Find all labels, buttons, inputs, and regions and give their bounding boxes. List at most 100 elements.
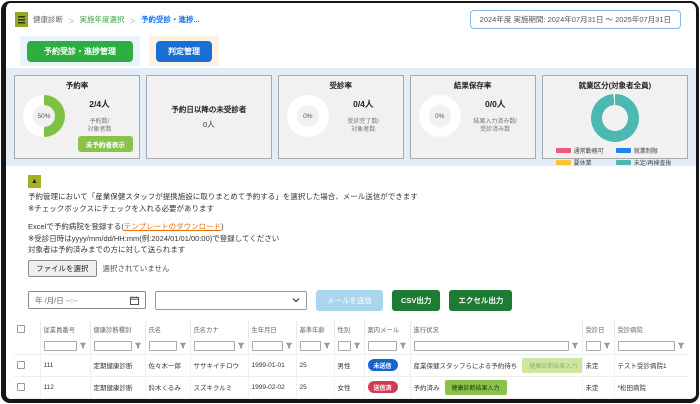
filter-funnel-icon[interactable]: [399, 342, 407, 350]
tab-reservation-progress[interactable]: 予約受診・進捗管理: [20, 36, 140, 66]
result-sub-1: 結果入力済み数/: [473, 119, 517, 125]
calendar-icon[interactable]: [130, 296, 139, 305]
table-row: 111 定期健康診断 佐々木一郎 ササキイチロウ 1999-01-01 25 男…: [14, 354, 688, 376]
breadcrumb-item-year-select[interactable]: 実施年度選択: [80, 14, 125, 25]
col-header-status: 進行状況: [410, 321, 582, 338]
card-reservation-rate: 予約率 50% 2/4人 予約数/ 対象者数 未予約者表示: [14, 75, 140, 159]
visit-sub-1: 受診完了数/: [347, 119, 379, 125]
donut-percent-label: 50%: [37, 113, 50, 120]
cell-type: 定期健康診断: [90, 354, 145, 376]
cell-visit-date: 未定: [582, 354, 614, 376]
result-entry-button[interactable]: 健康診断結果入力: [445, 402, 507, 404]
excel-export-button[interactable]: エクセル出力: [449, 290, 512, 311]
card-title: 受診率: [284, 80, 398, 91]
cell-hospital: *本間病院健診センター: [614, 398, 688, 403]
csv-export-button[interactable]: CSV出力: [392, 290, 440, 311]
reservation-progress-button[interactable]: 予約受診・進捗管理: [27, 41, 133, 62]
donut-percent-label: 0%: [435, 113, 444, 120]
cell-gender: 女性: [334, 376, 364, 398]
filter-funnel-icon[interactable]: [285, 342, 293, 350]
judgement-button[interactable]: 判定管理: [156, 41, 212, 62]
card-title: 就業区分(対象者全員): [548, 80, 682, 91]
filter-input[interactable]: [338, 341, 351, 351]
no-visit-title: 予約日以降の未受診者: [171, 104, 246, 115]
breadcrumb-separator: ＞: [130, 15, 137, 25]
filter-funnel-icon[interactable]: [571, 342, 579, 350]
cell-name: 佐々木一郎: [145, 354, 190, 376]
cell-hospital: *松田病院: [614, 376, 688, 398]
cell-kana: ヤマダワカナ: [190, 398, 248, 403]
filter-funnel-icon[interactable]: [79, 342, 87, 350]
tab-judgement[interactable]: 判定管理: [149, 36, 219, 66]
legend-swatch-normal: [556, 148, 571, 153]
filter-funnel-icon[interactable]: [677, 342, 685, 350]
filter-input[interactable]: [252, 341, 283, 351]
result-entry-button[interactable]: 健康診断結果入力: [445, 380, 507, 395]
progress-status-text: 予約済み: [414, 382, 440, 392]
filter-funnel-icon[interactable]: [323, 342, 331, 350]
cell-emp-no: 111: [40, 354, 90, 376]
filter-funnel-icon[interactable]: [179, 342, 187, 350]
filter-input[interactable]: [94, 341, 132, 351]
breadcrumb-item-current: 予約受診・進捗...: [141, 14, 200, 25]
filter-funnel-icon[interactable]: [237, 342, 245, 350]
cell-visit-date: 未定: [582, 398, 614, 403]
cell-kana: ササキイチロウ: [190, 354, 248, 376]
col-header-emp-no: 従業員番号: [40, 321, 90, 338]
file-select-button[interactable]: ファイルを選択: [28, 260, 97, 277]
cell-birth: 1999-02-02: [248, 376, 296, 398]
reservation-sub-2: 対象者数: [87, 127, 111, 133]
notice-line-4: 対象者は予約済みまでの方に対して送られます: [28, 245, 696, 255]
card-work-classification: 就業区分(対象者全員) 通常勤務可 就業制限 要休業 未定/再検査後: [542, 75, 688, 159]
legend-swatch-restricted: [616, 148, 631, 153]
filter-input[interactable]: [586, 341, 601, 351]
card-title: 予約率: [20, 80, 134, 91]
reservation-count: 2/4人: [89, 98, 109, 110]
excel-line-suffix: ): [221, 222, 224, 231]
legend-label: 未定/再検査後: [634, 158, 672, 167]
hospital-select-dropdown[interactable]: [155, 291, 307, 310]
work-classification-legend: 通常勤務可 就業制限 要休業 未定/再検査後: [548, 146, 682, 167]
row-checkbox[interactable]: [17, 383, 25, 391]
warning-triangle-icon: ▲: [28, 175, 41, 188]
breadcrumb-item-health-check[interactable]: 健康診断: [33, 14, 63, 25]
reservation-rate-donut-chart: 50%: [23, 95, 65, 137]
cell-name: 山田若菜: [145, 398, 190, 403]
table-row: 112 定期健康診断 鈴木くるみ スズキクルミ 1999-02-02 25 女性…: [14, 376, 688, 398]
show-unreserved-button[interactable]: 未予約者表示: [78, 136, 133, 152]
filter-input[interactable]: [149, 341, 177, 351]
result-count: 0/0人: [485, 98, 505, 110]
visit-sub-2: 対象者数: [351, 127, 375, 133]
excel-line-prefix: Excelで予約病院を登録する(: [28, 222, 124, 231]
filter-funnel-icon[interactable]: [353, 342, 361, 350]
select-all-checkbox[interactable]: [17, 325, 25, 333]
col-header-gender: 性別: [334, 321, 364, 338]
send-mail-button[interactable]: メールを送信: [316, 290, 383, 311]
filter-input[interactable]: [618, 341, 676, 351]
cell-name: 鈴木くるみ: [145, 376, 190, 398]
row-checkbox[interactable]: [17, 361, 25, 369]
filter-funnel-icon[interactable]: [134, 342, 142, 350]
mail-status-badge: 未送信: [368, 359, 398, 371]
donut-percent-label: 0%: [303, 113, 312, 120]
controls-row: 年 /月/日 --:-- メールを送信 CSV出力 エクセル出力: [28, 290, 696, 311]
hamburger-menu-icon[interactable]: [15, 12, 28, 27]
datetime-input[interactable]: 年 /月/日 --:--: [28, 291, 146, 309]
col-header-visit-date: 受診日: [582, 321, 614, 338]
visit-count: 0/4人: [353, 98, 373, 110]
legend-label: 要休業: [574, 158, 592, 167]
col-header-birth: 生年月日: [248, 321, 296, 338]
filter-input[interactable]: [300, 341, 321, 351]
filter-input[interactable]: [414, 341, 569, 351]
filter-input[interactable]: [368, 341, 397, 351]
filter-input[interactable]: [194, 341, 235, 351]
result-sub-2: 受診済み数: [480, 127, 510, 133]
filter-funnel-icon[interactable]: [603, 342, 611, 350]
template-download-link[interactable]: テンプレートのダウンロード: [124, 222, 221, 231]
cell-type: 定期健康診断: [90, 376, 145, 398]
col-header-hospital: 受診病院: [614, 321, 688, 338]
col-header-age: 基準年齢: [296, 321, 334, 338]
filter-input[interactable]: [44, 341, 77, 351]
cell-birth: 1999-04-04: [248, 398, 296, 403]
result-entry-button[interactable]: 健康診断結果入力: [522, 358, 582, 373]
